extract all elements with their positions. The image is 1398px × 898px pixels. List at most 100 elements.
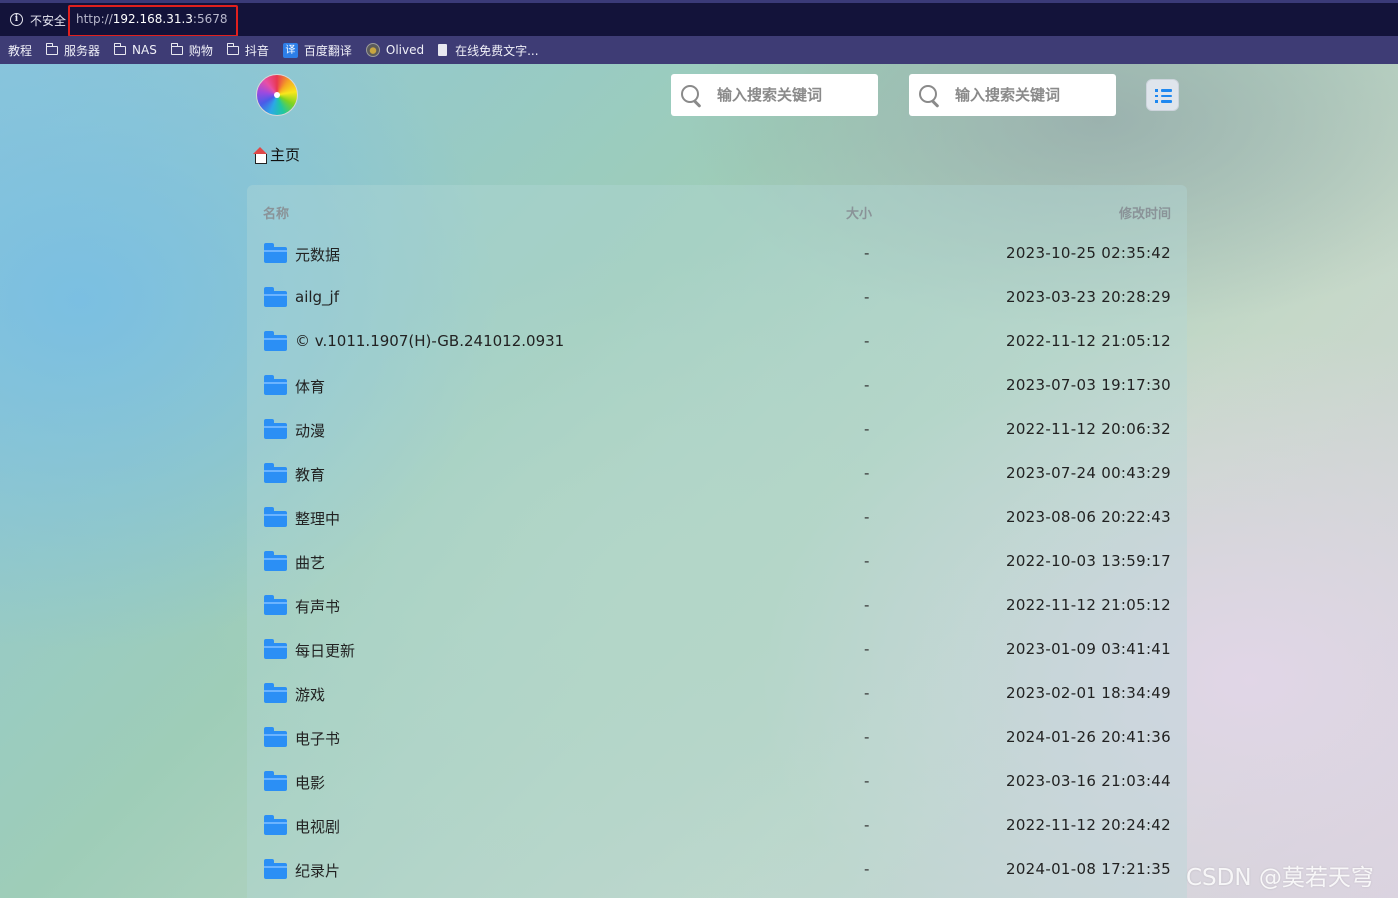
file-modified: 2024-01-08 17:21:35 xyxy=(1005,860,1171,878)
file-name[interactable]: 每日更新 xyxy=(295,640,355,661)
file-row[interactable]: ailg_jf - 2023-03-23 20:28:29 xyxy=(247,276,1187,320)
file-name[interactable]: 纪录片 xyxy=(295,860,340,881)
file-modified: 2023-08-06 20:22:43 xyxy=(1005,508,1171,526)
address-bar: i 不安全 http://192.168.31.3:5678 xyxy=(0,0,1398,37)
folder-icon xyxy=(264,815,287,835)
file-row[interactable]: 游戏 - 2023-02-01 18:34:49 xyxy=(247,672,1187,716)
bookmark-nas[interactable]: NAS xyxy=(113,42,157,57)
search-icon xyxy=(681,85,701,105)
file-row[interactable]: 电视剧 - 2022-11-12 20:24:42 xyxy=(247,804,1187,848)
file-name[interactable]: 有声书 xyxy=(295,596,340,617)
column-header-modified[interactable]: 修改时间 xyxy=(1119,203,1171,222)
file-name[interactable]: 元数据 xyxy=(295,244,340,265)
page-icon xyxy=(438,44,448,56)
file-modified: 2023-07-03 19:17:30 xyxy=(1005,376,1171,394)
security-label[interactable]: 不安全 xyxy=(30,12,66,29)
bookmark-online-text[interactable]: 在线免费文字... xyxy=(438,42,539,59)
file-modified: 2022-10-03 13:59:17 xyxy=(1005,552,1171,570)
bookmark-label: NAS xyxy=(132,43,157,57)
info-icon[interactable]: i xyxy=(10,13,23,26)
file-row[interactable]: 电影 - 2023-03-16 21:03:44 xyxy=(247,760,1187,804)
bookmark-label: 教程 xyxy=(8,43,33,58)
column-header-size[interactable]: 大小 xyxy=(846,203,872,222)
url-scheme: http:// xyxy=(76,12,113,26)
file-row[interactable]: 动漫 - 2022-11-12 20:06:32 xyxy=(247,408,1187,452)
bookmark-label: 购物 xyxy=(188,43,213,58)
file-list-panel: 名称 大小 修改时间 元数据 - 2023-10-25 02:35:42 ail… xyxy=(247,185,1187,898)
list-menu-button[interactable] xyxy=(1146,79,1179,111)
folder-icon xyxy=(45,42,59,55)
file-row[interactable]: 体育 - 2023-07-03 19:17:30 xyxy=(247,364,1187,408)
file-row[interactable]: 元数据 - 2023-10-25 02:35:42 xyxy=(247,232,1187,276)
bookmark-label: 百度翻译 xyxy=(303,43,352,58)
search-box-1[interactable] xyxy=(671,74,878,116)
folder-icon xyxy=(264,419,287,439)
file-modified: 2023-07-24 00:43:29 xyxy=(1005,464,1171,482)
bookmark-baidu-translate[interactable]: 译 百度翻译 xyxy=(282,42,352,59)
breadcrumb[interactable]: 主页 xyxy=(252,144,300,165)
file-name[interactable]: 电子书 xyxy=(295,728,340,749)
url-field[interactable]: http://192.168.31.3:5678 xyxy=(68,5,238,37)
file-name[interactable]: © v.1011.1907(H)-GB.241012.0931 xyxy=(295,332,564,350)
file-name[interactable]: 游戏 xyxy=(295,684,325,705)
folder-icon xyxy=(264,771,287,791)
file-row[interactable]: 有声书 - 2022-11-12 21:05:12 xyxy=(247,584,1187,628)
file-size: - xyxy=(864,332,870,350)
folder-icon xyxy=(264,287,287,307)
file-row[interactable]: 教育 - 2023-07-24 00:43:29 xyxy=(247,452,1187,496)
site-logo[interactable] xyxy=(256,74,298,116)
breadcrumb-home[interactable]: 主页 xyxy=(270,144,300,165)
search-input-2[interactable] xyxy=(955,86,1105,104)
file-modified: 2023-03-23 20:28:29 xyxy=(1005,288,1171,306)
file-row[interactable]: 纪录片 - 2024-01-08 17:21:35 xyxy=(247,848,1187,892)
file-modified: 2022-11-12 21:05:12 xyxy=(1005,332,1171,350)
file-modified: 2023-03-16 21:03:44 xyxy=(1005,772,1171,790)
list-header: 名称 大小 修改时间 xyxy=(247,185,1187,235)
file-size: - xyxy=(864,772,870,790)
folder-icon xyxy=(264,727,287,747)
file-name[interactable]: 教育 xyxy=(295,464,325,485)
folder-icon xyxy=(264,507,287,527)
file-row[interactable]: © v.1011.1907(H)-GB.241012.0931 - 2022-1… xyxy=(247,320,1187,364)
file-name[interactable]: 电视剧 xyxy=(295,816,340,837)
bookmark-shopping[interactable]: 购物 xyxy=(170,42,213,59)
file-rows: 元数据 - 2023-10-25 02:35:42 ailg_jf - 2023… xyxy=(247,232,1187,892)
file-modified: 2023-01-09 03:41:41 xyxy=(1005,640,1171,658)
folder-icon xyxy=(264,683,287,703)
column-header-name[interactable]: 名称 xyxy=(263,203,289,222)
home-icon xyxy=(252,146,268,164)
file-name[interactable]: 整理中 xyxy=(295,508,340,529)
file-size: - xyxy=(864,464,870,482)
file-row[interactable]: 每日更新 - 2023-01-09 03:41:41 xyxy=(247,628,1187,672)
file-modified: 2023-02-01 18:34:49 xyxy=(1005,684,1171,702)
file-name[interactable]: 体育 xyxy=(295,376,325,397)
search-input-1[interactable] xyxy=(717,86,867,104)
file-row[interactable]: 曲艺 - 2022-10-03 13:59:17 xyxy=(247,540,1187,584)
file-row[interactable]: 电子书 - 2024-01-26 20:41:36 xyxy=(247,716,1187,760)
search-box-2[interactable] xyxy=(909,74,1116,116)
bookmark-douyin[interactable]: 抖音 xyxy=(226,42,269,59)
bookmark-tutorial[interactable]: 教程 xyxy=(8,42,32,59)
file-modified: 2022-11-12 20:06:32 xyxy=(1005,420,1171,438)
file-name[interactable]: 动漫 xyxy=(295,420,325,441)
file-modified: 2022-11-12 20:24:42 xyxy=(1005,816,1171,834)
folder-icon xyxy=(264,331,287,351)
bookmark-label: 抖音 xyxy=(244,43,269,58)
bookmark-label: Olived xyxy=(385,43,425,57)
folder-icon xyxy=(264,551,287,571)
file-modified: 2023-10-25 02:35:42 xyxy=(1005,244,1171,262)
bookmark-olived[interactable]: Olived xyxy=(365,43,425,57)
file-row[interactable]: 整理中 - 2023-08-06 20:22:43 xyxy=(247,496,1187,540)
file-name[interactable]: 曲艺 xyxy=(295,552,325,573)
file-name[interactable]: ailg_jf xyxy=(295,288,339,306)
file-size: - xyxy=(864,728,870,746)
bookmark-servers[interactable]: 服务器 xyxy=(45,42,101,59)
search-icon xyxy=(919,85,939,105)
file-size: - xyxy=(864,288,870,306)
file-size: - xyxy=(864,596,870,614)
folder-icon xyxy=(170,42,183,55)
file-size: - xyxy=(864,420,870,438)
file-name[interactable]: 电影 xyxy=(295,772,325,793)
bookmark-label: 在线免费文字... xyxy=(455,43,539,58)
bookmark-label: 服务器 xyxy=(64,43,101,58)
